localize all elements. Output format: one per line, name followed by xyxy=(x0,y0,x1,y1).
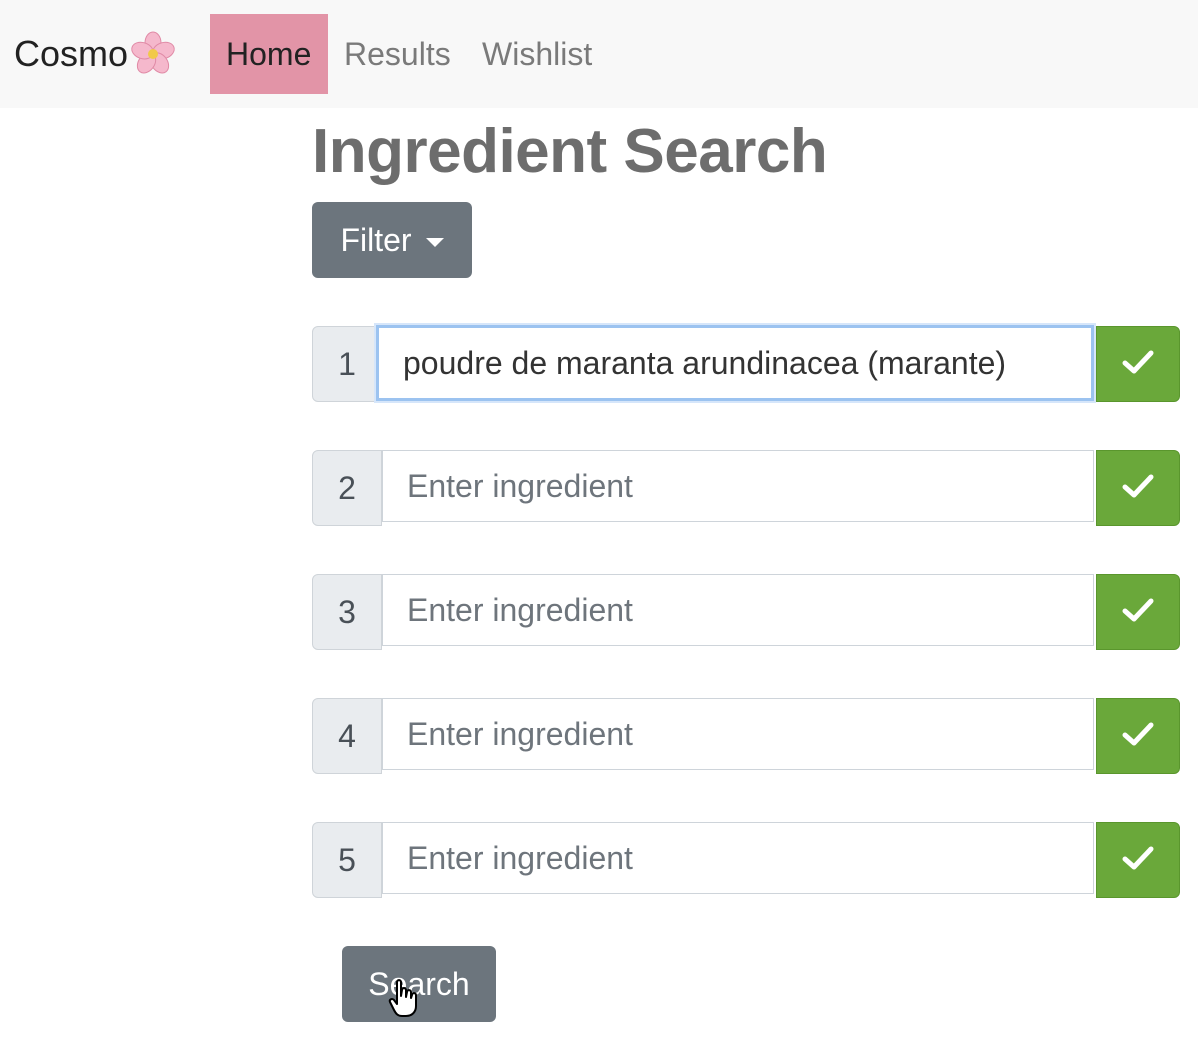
brand-name: Cosmo xyxy=(14,33,129,74)
ingredient-index: 4 xyxy=(312,698,382,774)
navbar: Cosmo Home Results Wishlist xyxy=(0,0,1198,108)
nav-results[interactable]: Results xyxy=(328,14,467,94)
check-icon xyxy=(1121,720,1155,753)
ingredient-index: 3 xyxy=(312,574,382,650)
confirm-ingredient-button[interactable] xyxy=(1096,450,1180,526)
ingredient-row: 4 xyxy=(312,698,1180,774)
nav-wishlist[interactable]: Wishlist xyxy=(466,14,608,94)
caret-down-icon xyxy=(425,237,444,247)
nav-home[interactable]: Home xyxy=(210,14,328,94)
filter-dropdown-button[interactable]: Filter xyxy=(312,202,472,278)
ingredient-input[interactable] xyxy=(376,325,1094,401)
confirm-ingredient-button[interactable] xyxy=(1096,326,1180,402)
cherry-blossom-icon xyxy=(130,31,176,77)
page-title: Ingredient Search xyxy=(312,117,828,186)
ingredient-input[interactable] xyxy=(382,822,1094,894)
ingredient-input[interactable] xyxy=(382,450,1094,522)
ingredient-input[interactable] xyxy=(382,698,1094,770)
brand[interactable]: Cosmo xyxy=(14,28,176,80)
ingredient-index: 2 xyxy=(312,450,382,526)
check-icon xyxy=(1121,472,1155,505)
ingredient-row: 2 xyxy=(312,450,1180,526)
ingredient-input[interactable] xyxy=(382,574,1094,646)
ingredient-index: 5 xyxy=(312,822,382,898)
ingredient-row: 1 xyxy=(312,325,1180,402)
confirm-ingredient-button[interactable] xyxy=(1096,698,1180,774)
ingredient-index: 1 xyxy=(312,326,382,402)
check-icon xyxy=(1121,596,1155,629)
search-button[interactable]: Search xyxy=(342,946,496,1022)
confirm-ingredient-button[interactable] xyxy=(1096,822,1180,898)
check-icon xyxy=(1121,348,1155,381)
ingredient-row: 5 xyxy=(312,822,1180,898)
filter-label: Filter xyxy=(340,221,412,258)
ingredient-row: 3 xyxy=(312,574,1180,650)
check-icon xyxy=(1121,844,1155,877)
confirm-ingredient-button[interactable] xyxy=(1096,574,1180,650)
